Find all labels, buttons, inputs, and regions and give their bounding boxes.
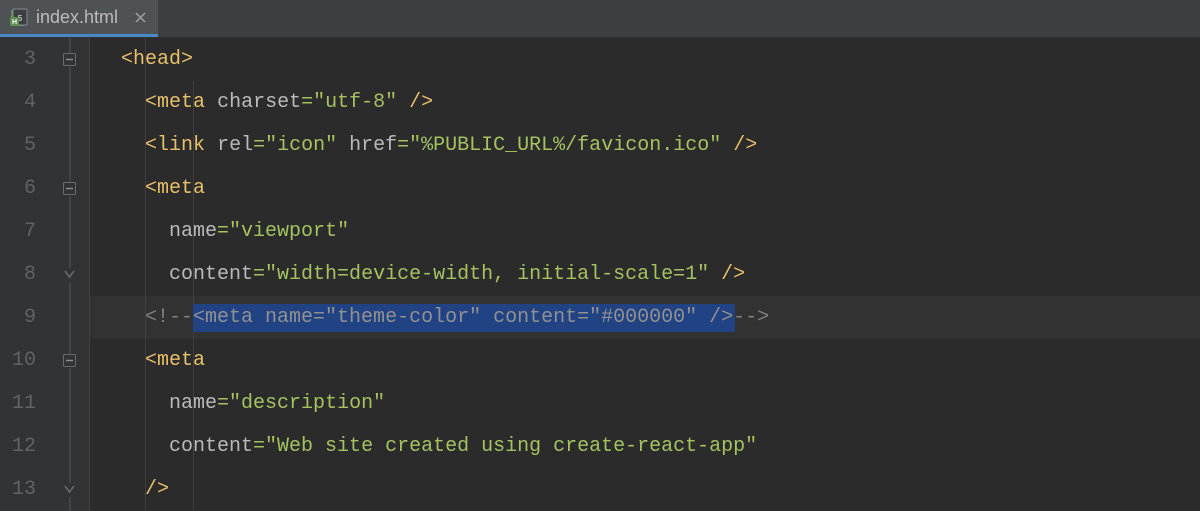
- line-number: 6: [0, 167, 36, 210]
- line-number: 10: [0, 339, 36, 382]
- html-file-icon: 5 H: [10, 8, 28, 26]
- fold-collapse-icon[interactable]: [63, 354, 77, 368]
- line-number: 8: [0, 253, 36, 296]
- fold-cell: [50, 210, 89, 253]
- fold-cell: [50, 339, 89, 382]
- line-number: 12: [0, 425, 36, 468]
- fold-collapse-icon[interactable]: [63, 53, 77, 67]
- fold-cell: [50, 382, 89, 425]
- line-number: 11: [0, 382, 36, 425]
- line-number: 9: [0, 296, 36, 339]
- code-line[interactable]: />: [90, 468, 1200, 511]
- line-number: 4: [0, 81, 36, 124]
- line-number: 3: [0, 38, 36, 81]
- tab-label: index.html: [36, 8, 118, 26]
- fold-cell: [50, 124, 89, 167]
- code-line[interactable]: content="width=device-width, initial-sca…: [90, 253, 1200, 296]
- fold-collapse-icon[interactable]: [63, 182, 77, 196]
- close-icon[interactable]: [132, 9, 148, 25]
- fold-cell: [50, 253, 89, 296]
- fold-end-icon: [63, 268, 77, 282]
- code-area[interactable]: <head> <meta charset="utf-8" /> <link re…: [90, 38, 1200, 511]
- code-line[interactable]: <head>: [90, 38, 1200, 81]
- code-line[interactable]: name="description": [90, 382, 1200, 425]
- code-line[interactable]: <meta: [90, 339, 1200, 382]
- code-line[interactable]: <meta: [90, 167, 1200, 210]
- line-number: 5: [0, 124, 36, 167]
- code-line[interactable]: <meta charset="utf-8" />: [90, 81, 1200, 124]
- fold-column: [50, 38, 90, 511]
- code-line[interactable]: name="viewport": [90, 210, 1200, 253]
- fold-cell: [50, 468, 89, 511]
- svg-text:H: H: [12, 19, 17, 26]
- code-line[interactable]: <link rel="icon" href="%PUBLIC_URL%/favi…: [90, 124, 1200, 167]
- fold-cell: [50, 38, 89, 81]
- code-line[interactable]: content="Web site created using create-r…: [90, 425, 1200, 468]
- gutter: 345678910111213: [0, 38, 50, 511]
- fold-cell: [50, 425, 89, 468]
- line-number: 7: [0, 210, 36, 253]
- fold-cell: [50, 81, 89, 124]
- editor: 345678910111213 <head> <meta charset="ut…: [0, 38, 1200, 511]
- fold-cell: [50, 167, 89, 210]
- tab-bar: 5 H index.html: [0, 0, 1200, 38]
- tab-index-html[interactable]: 5 H index.html: [0, 0, 158, 37]
- line-number: 13: [0, 468, 36, 511]
- fold-end-icon: [63, 483, 77, 497]
- fold-cell: [50, 296, 89, 339]
- code-line[interactable]: <!--<meta name="theme-color" content="#0…: [90, 296, 1200, 339]
